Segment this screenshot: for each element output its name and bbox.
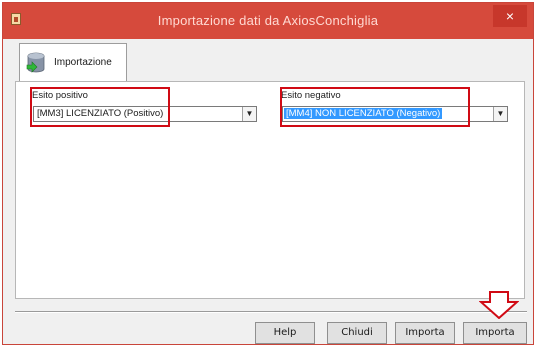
- import-dialog: Importazione dati da AxiosConchiglia × I…: [2, 2, 534, 345]
- import-button[interactable]: Importa: [395, 322, 455, 344]
- import-web-button[interactable]: Importa Web: [463, 322, 527, 344]
- close-window-button[interactable]: ×: [493, 5, 527, 27]
- title-bar[interactable]: Importazione dati da AxiosConchiglia ×: [3, 3, 533, 39]
- close-button[interactable]: Chiudi: [327, 322, 387, 344]
- tab-panel: Esito positivo [MM3] LICENZIATO (Positiv…: [15, 81, 525, 299]
- database-icon: [26, 52, 45, 73]
- tab-label: Importazione: [54, 57, 112, 68]
- help-button[interactable]: Help: [255, 322, 315, 344]
- tab-importazione[interactable]: Importazione: [19, 43, 127, 81]
- positive-highlight-box: [30, 87, 170, 127]
- chevron-down-icon[interactable]: ▼: [242, 107, 256, 121]
- down-arrow-icon: [479, 291, 519, 319]
- negative-highlight-box: [280, 87, 470, 127]
- divider: [15, 311, 527, 313]
- window-title: Importazione dati da AxiosConchiglia: [157, 13, 379, 28]
- dialog-body: Importazione Esito positivo [MM3] LICENZ…: [9, 39, 533, 344]
- chevron-down-icon[interactable]: ▼: [493, 107, 507, 121]
